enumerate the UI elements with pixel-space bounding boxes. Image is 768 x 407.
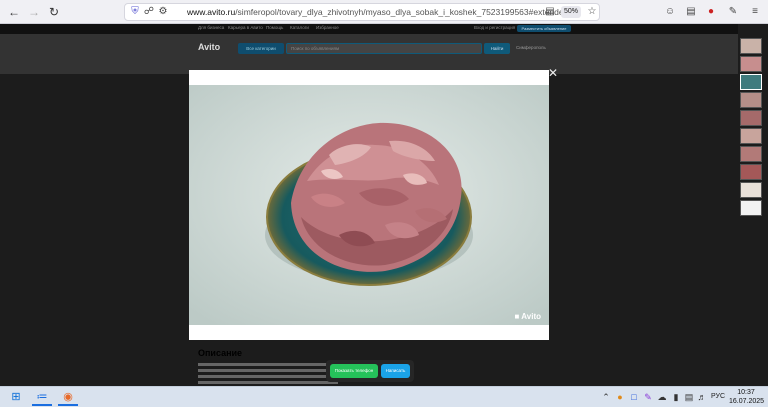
contact-bar: Показать телефон Написать (326, 360, 414, 382)
cloud-tray-icon[interactable]: ☁ (656, 391, 668, 403)
url-path: /simferopol/tovary_dlya_zhivotnyh/myaso_… (235, 7, 569, 17)
pen-tray-icon[interactable]: ✎ (642, 391, 654, 403)
gallery-thumbnail[interactable] (740, 56, 762, 72)
taskbar: ⊞ ≔ ◉ ⌃ ● □ ✎ ☁ ▮ ▤ ♬ РУС 10:37 16.07.20… (0, 386, 768, 407)
search-button[interactable]: Найти (484, 43, 510, 54)
browser-toolbar: ← → ↻ ⛨ ☍ ⚙ www.avito.ru/simferopol/tova… (0, 0, 768, 24)
topline-link[interactable]: Для бизнеса (198, 25, 224, 30)
account-icon[interactable]: ☺ (663, 5, 677, 19)
start-icon[interactable]: ⊞ (6, 389, 26, 406)
forward-icon[interactable]: → (26, 4, 42, 20)
listing-photo[interactable]: ■ Avito (189, 85, 549, 325)
description-title: Описание (198, 348, 243, 358)
post-ad-button[interactable]: Разместить объявление (517, 25, 571, 32)
gallery-thumbnail-active[interactable] (740, 74, 762, 90)
url-text[interactable]: www.avito.ru/simferopol/tovary_dlya_zhiv… (187, 7, 568, 17)
gallery-thumbnail[interactable] (740, 164, 762, 180)
volume-icon[interactable]: ♬ (696, 391, 708, 403)
gallery-thumbnail[interactable] (740, 200, 762, 216)
write-message-button[interactable]: Написать (381, 364, 410, 378)
app-pinned-icon[interactable]: ≔ (32, 389, 52, 406)
gallery-thumbnail[interactable] (740, 38, 762, 54)
zoom-level[interactable]: 50% (561, 6, 581, 18)
topline-link[interactable]: Избранное (316, 25, 339, 30)
description-text-line (198, 381, 338, 384)
network-icon[interactable]: ▤ (683, 391, 695, 403)
url-host: www.avito.ru (187, 7, 236, 17)
region-selector[interactable]: Симферополь (516, 45, 546, 50)
firefox-icon[interactable]: ◉ (58, 389, 78, 406)
menu-icon[interactable]: ≡ (748, 5, 762, 19)
topline-link[interactable]: Каталоги (290, 25, 309, 30)
toolbar-extension-icon[interactable]: ✎ (726, 5, 740, 19)
search-input[interactable]: Поиск по объявлениям (286, 43, 482, 54)
gallery-thumbnail[interactable] (740, 146, 762, 162)
gallery-thumbnail[interactable] (740, 128, 762, 144)
lock-icon[interactable]: ☍ (142, 5, 156, 19)
gallery-thumbnail[interactable] (740, 92, 762, 108)
site-topline: Для бизнеса Карьера в Авито Помощь Катал… (0, 24, 738, 34)
site-header: Avito Все категории Поиск по объявлениям… (0, 34, 738, 74)
tray-overflow-icon[interactable]: ⌃ (600, 391, 612, 403)
permissions-icon[interactable]: ⚙ (156, 5, 170, 19)
extensions-icon[interactable]: ▤ (684, 5, 698, 19)
gallery-modal: ■ Avito (189, 70, 549, 340)
gallery-thumbnail[interactable] (740, 110, 762, 126)
thumbnail-strip (738, 24, 768, 386)
reader-view-icon[interactable]: ▤ (543, 5, 557, 19)
reload-icon[interactable]: ↻ (46, 4, 62, 20)
close-icon[interactable]: ✕ (547, 67, 559, 79)
language-indicator[interactable]: РУС (711, 393, 725, 400)
clock-time: 10:37 (737, 389, 755, 396)
bookmark-star-icon[interactable]: ☆ (585, 5, 599, 19)
gallery-thumbnail[interactable] (740, 182, 762, 198)
tray-app-icon[interactable]: ● (614, 391, 626, 403)
back-icon[interactable]: ← (6, 4, 22, 20)
topline-link[interactable]: Помощь (266, 25, 283, 30)
clock-date: 16.07.2025 (729, 398, 765, 405)
show-phone-button[interactable]: Показать телефон (330, 364, 378, 378)
site-logo[interactable]: Avito (198, 42, 220, 52)
categories-button[interactable]: Все категории (238, 43, 284, 54)
watermark-text: ■ Avito (515, 312, 542, 321)
screenshot-tray-icon[interactable]: □ (628, 391, 640, 403)
battery-icon[interactable]: ▮ (670, 391, 682, 403)
address-bar[interactable]: ⛨ ☍ ⚙ www.avito.ru/simferopol/tovary_dly… (124, 3, 600, 21)
shield-icon[interactable]: ⛨ (128, 5, 142, 19)
topline-link[interactable]: Карьера в Авито (228, 25, 263, 30)
extension-badge-icon[interactable]: ● (704, 5, 718, 19)
clock[interactable]: 10:37 16.07.2025 (729, 388, 765, 406)
login-link[interactable]: Вход и регистрация (474, 25, 515, 30)
meat-plate-image: ■ Avito (189, 85, 549, 325)
